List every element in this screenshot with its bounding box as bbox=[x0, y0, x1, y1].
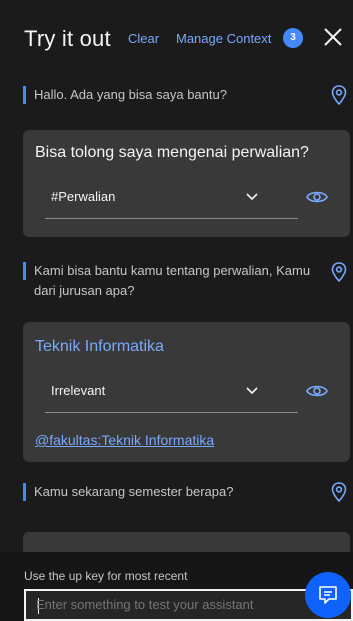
bot-message-text: Hallo. Ada yang bisa saya bantu? bbox=[34, 87, 227, 102]
message-accent-bar bbox=[23, 86, 26, 104]
bot-message-text: Kami bisa bantu kamu tentang perwalian, … bbox=[34, 263, 311, 298]
entity-link[interactable]: @fakultas:Teknik Informatika bbox=[35, 432, 214, 448]
intent-select-underline bbox=[45, 218, 298, 219]
location-pin-icon[interactable] bbox=[331, 85, 347, 105]
input-hint: Use the up key for most recent bbox=[24, 569, 188, 583]
clear-button[interactable]: Clear bbox=[128, 31, 159, 46]
user-message-card: Teknik Informatika Irrelevant @fakultas:… bbox=[23, 322, 350, 462]
user-message-text: Bisa tolong saya mengenai perwalian? bbox=[35, 144, 309, 161]
bot-message-text: Kamu sekarang semester berapa? bbox=[34, 484, 234, 499]
intent-select-value[interactable]: #Perwalian bbox=[51, 189, 115, 204]
location-pin-icon[interactable] bbox=[331, 262, 347, 282]
chat-icon bbox=[319, 586, 337, 604]
eye-icon[interactable] bbox=[306, 383, 328, 399]
context-count-badge: 3 bbox=[283, 28, 303, 48]
location-pin-icon[interactable] bbox=[331, 482, 347, 502]
eye-icon[interactable] bbox=[306, 189, 328, 205]
intent-select-value[interactable]: Irrelevant bbox=[51, 383, 105, 398]
user-message-card bbox=[23, 532, 350, 552]
user-message-card: Bisa tolong saya mengenai perwalian? #Pe… bbox=[23, 130, 350, 237]
user-message-text: Teknik Informatika bbox=[35, 338, 164, 355]
header: Try it out Clear Manage Context 3 bbox=[0, 0, 353, 76]
close-icon[interactable] bbox=[320, 24, 346, 50]
message-accent-bar bbox=[23, 483, 26, 501]
panel-title: Try it out bbox=[24, 26, 111, 51]
message-accent-bar bbox=[23, 262, 26, 280]
message-input[interactable] bbox=[36, 597, 296, 612]
chevron-down-icon[interactable] bbox=[245, 386, 259, 396]
chevron-down-icon[interactable] bbox=[245, 192, 259, 202]
manage-context-button[interactable]: Manage Context bbox=[176, 31, 271, 46]
intent-select-underline bbox=[45, 412, 298, 413]
chat-button[interactable] bbox=[305, 572, 351, 618]
message-input-box[interactable] bbox=[24, 589, 353, 621]
